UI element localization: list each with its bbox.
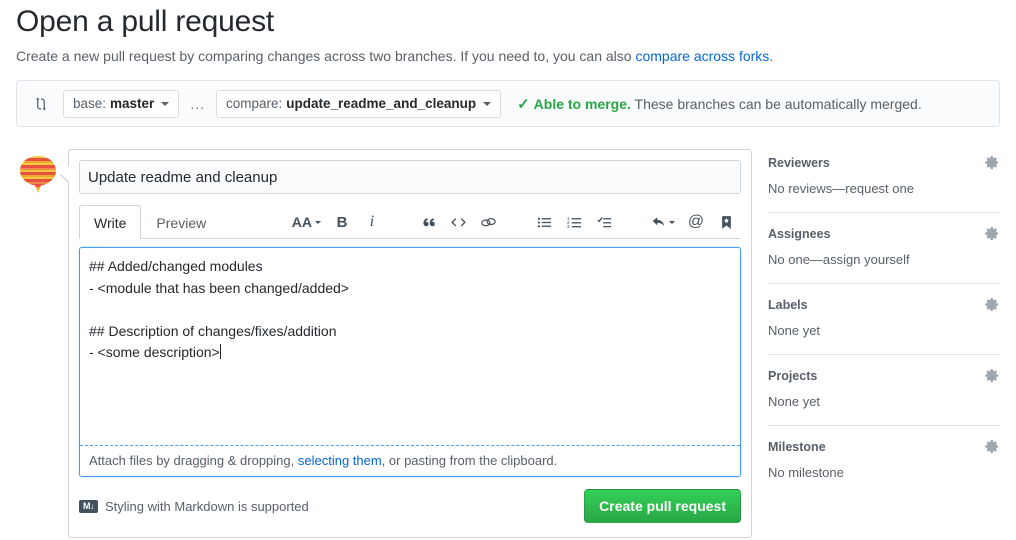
bold-icon[interactable]: B — [333, 212, 351, 232]
sidebar-body-labels: None yet — [768, 323, 821, 338]
compare-branch-select[interactable]: compare: update_readme_and_cleanup — [215, 89, 502, 118]
comment-editor: ## Added/changed modules - <module that … — [79, 247, 741, 477]
attach-text-after: , or pasting from the clipboard. — [381, 453, 558, 468]
chevron-down-icon — [315, 220, 321, 224]
editor-tabnav: Write Preview AA B i 1 2 3 @ — [79, 204, 741, 239]
sidebar-header-milestone: Milestone — [768, 439, 1000, 454]
create-pull-request-button[interactable]: Create pull request — [584, 489, 741, 523]
base-branch-label: base: — [73, 96, 107, 111]
gear-icon[interactable] — [985, 297, 1000, 312]
toolbar-group-extras: @ — [645, 212, 741, 232]
branch-compare-bar: base: master ... compare: update_readme_… — [16, 80, 1000, 127]
sidebar-body-projects: None yet — [768, 394, 821, 409]
saved-replies-icon[interactable] — [717, 212, 735, 232]
task-list-icon[interactable] — [595, 212, 613, 232]
sidebar-title-reviewers: Reviewers — [768, 155, 830, 170]
merge-status-detail: These branches can be automatically merg… — [630, 95, 922, 112]
gear-icon[interactable] — [985, 368, 1000, 383]
sidebar-section-milestone: Milestone No milestone — [768, 425, 1000, 496]
text-cursor — [219, 344, 221, 359]
sidebar-body-milestone: No milestone — [768, 465, 844, 480]
attach-text-before: Attach files by dragging & dropping, — [89, 453, 298, 468]
base-branch-name: master — [110, 96, 155, 111]
chevron-down-icon — [669, 220, 675, 224]
markdown-icon: M↓ — [79, 499, 98, 513]
tab-write[interactable]: Write — [79, 205, 142, 239]
tab-preview[interactable]: Preview — [141, 205, 221, 239]
sidebar-title-assignees: Assignees — [768, 226, 831, 241]
compare-branch-name: update_readme_and_cleanup — [286, 96, 477, 111]
pr-sidebar: Reviewers No reviews—request one Assigne… — [768, 149, 1000, 496]
merge-status: ✓ Able to merge. These branches can be au… — [517, 95, 922, 113]
sidebar-section-reviewers: Reviewers No reviews—request one — [768, 155, 1000, 212]
toolbar-group-lists: 123 — [529, 212, 619, 232]
sidebar-title-milestone: Milestone — [768, 439, 826, 454]
toolbar-group-text: AA B i — [286, 212, 387, 232]
sidebar-section-projects: Projects None yet — [768, 354, 1000, 425]
heading-icon[interactable]: AA — [292, 212, 321, 232]
check-icon: ✓ — [517, 95, 530, 113]
git-compare-icon — [31, 94, 51, 114]
merge-status-bold: Able to merge. — [533, 95, 631, 112]
unordered-list-icon[interactable] — [535, 212, 553, 232]
comment-form-column: Write Preview AA B i — [16, 149, 752, 538]
compare-branch-label: compare: — [225, 96, 283, 111]
new-pull-request-form: Write Preview AA B i — [60, 149, 752, 538]
markdown-toolbar: AA B i 1 2 3 @ — [286, 212, 741, 232]
attach-files-bar[interactable]: Attach files by dragging & dropping, sel… — [80, 445, 740, 476]
main-content: Write Preview AA B i — [16, 149, 1000, 538]
reply-icon[interactable] — [651, 212, 675, 232]
sidebar-title-labels: Labels — [768, 297, 808, 312]
chevron-down-icon — [161, 101, 170, 106]
editor-wrap: ## Added/changed modules - <module that … — [69, 239, 751, 477]
markdown-note-label: Styling with Markdown is supported — [105, 498, 309, 514]
pr-title-input[interactable] — [79, 160, 741, 194]
mention-icon[interactable]: @ — [687, 212, 705, 232]
svg-text:3: 3 — [567, 224, 570, 229]
comment-footer: M↓ Styling with Markdown is supported Cr… — [69, 477, 751, 537]
base-branch-select[interactable]: base: master — [63, 89, 180, 118]
subtitle-text-after: . — [769, 48, 774, 64]
sidebar-header-reviewers: Reviewers — [768, 155, 1000, 170]
compare-across-forks-link[interactable]: compare across forks — [635, 48, 769, 64]
heading-glyph: AA — [291, 214, 312, 230]
title-row — [69, 150, 751, 194]
subtitle-text-before: Create a new pull request by comparing c… — [16, 48, 636, 64]
sidebar-section-assignees: Assignees No one—assign yourself — [768, 212, 1000, 283]
page-title: Open a pull request — [16, 5, 275, 38]
sidebar-title-projects: Projects — [768, 368, 818, 383]
sidebar-section-labels: Labels None yet — [768, 283, 1000, 354]
link-icon[interactable] — [479, 212, 497, 232]
sidebar-header-labels: Labels — [768, 297, 1000, 312]
toolbar-group-insert — [413, 212, 503, 232]
sidebar-body-reviewers[interactable]: No reviews—request one — [768, 180, 1000, 198]
chevron-down-icon — [483, 101, 492, 106]
gear-icon[interactable] — [985, 155, 1000, 170]
code-icon[interactable] — [449, 212, 467, 232]
sidebar-header-assignees: Assignees — [768, 226, 1000, 241]
sidebar-body-assignees[interactable]: No one—assign yourself — [768, 251, 1000, 269]
markdown-support-note[interactable]: M↓ Styling with Markdown is supported — [79, 499, 309, 514]
quote-icon[interactable] — [419, 212, 437, 232]
pr-body-textarea[interactable]: ## Added/changed modules - <module that … — [80, 248, 740, 445]
user-avatar-identicon[interactable] — [16, 153, 60, 197]
gear-icon[interactable] — [985, 439, 1000, 454]
gear-icon[interactable] — [985, 226, 1000, 241]
italic-icon[interactable]: i — [363, 212, 381, 232]
selecting-them-link[interactable]: selecting them — [298, 453, 382, 468]
ordered-list-icon[interactable]: 123 — [565, 212, 583, 232]
pull-request-page: Open a pull request Create a new pull re… — [0, 4, 1016, 538]
compare-ellipsis: ... — [190, 95, 205, 112]
page-subtitle: Create a new pull request by comparing c… — [16, 46, 1000, 66]
sidebar-header-projects: Projects — [768, 368, 1000, 383]
